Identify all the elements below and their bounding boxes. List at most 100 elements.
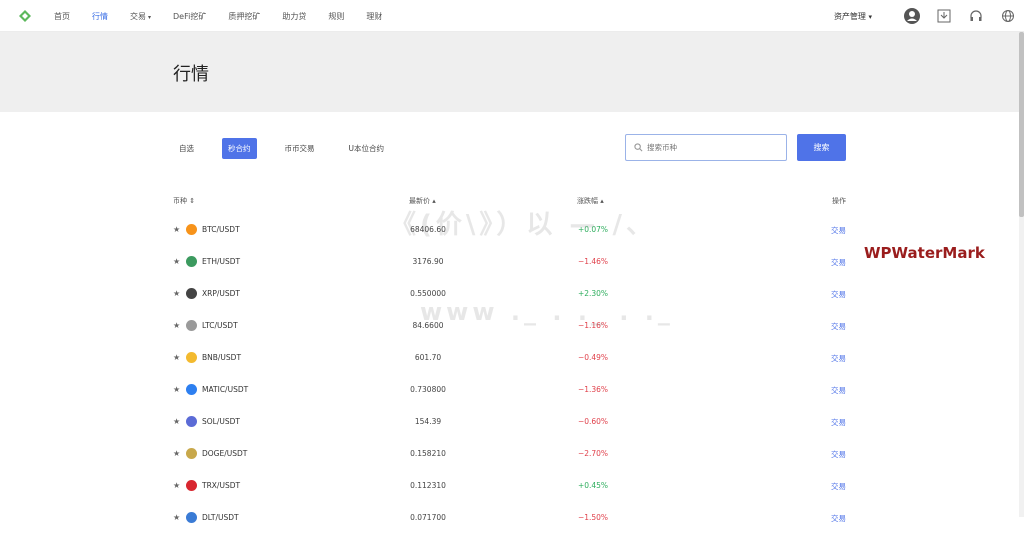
header-coin[interactable]: 币种 ⇕ — [173, 196, 195, 206]
watermark-text: www ._ . ._ . ._ — [420, 298, 674, 326]
search-input[interactable] — [647, 143, 777, 152]
table-row[interactable]: ★ MATIC/USDT 0.730800 −1.36% 交易 — [173, 374, 846, 406]
watermark-text: 《(价\》）以 — /、 — [390, 210, 656, 240]
avatar[interactable] — [896, 0, 928, 32]
trade-link[interactable]: 交易 — [831, 289, 846, 300]
trade-link[interactable]: 交易 — [831, 481, 846, 492]
price-change: −1.46% — [577, 257, 609, 266]
table-row[interactable]: ★ ETH/USDT 3176.90 −1.46% 交易 — [173, 246, 846, 278]
trade-link[interactable]: 交易 — [831, 257, 846, 268]
search-button[interactable]: 搜索 — [797, 134, 846, 161]
main-nav: 首页 行情 交易 ▾ DeFi挖矿 质押挖矿 助力贷 规则 理财 — [54, 0, 404, 32]
tab-spot-trading[interactable]: 币币交易 — [279, 138, 321, 159]
pair-name: LTC/USDT — [202, 321, 238, 330]
trade-link[interactable]: 交易 — [831, 225, 846, 236]
scrollbar[interactable] — [1019, 32, 1024, 517]
download-icon — [937, 9, 951, 23]
tab-favorites[interactable]: 自选 — [173, 138, 200, 159]
nav-defi-mining[interactable]: DeFi挖矿 — [173, 11, 206, 22]
top-navbar: 首页 行情 交易 ▾ DeFi挖矿 质押挖矿 助力贷 规则 理财 资产管理 ▾ — [0, 0, 1024, 32]
star-icon[interactable]: ★ — [173, 481, 180, 490]
trade-link[interactable]: 交易 — [831, 385, 846, 396]
search-icon — [634, 143, 643, 152]
coin-icon — [186, 224, 197, 235]
pair-name: DOGE/USDT — [202, 449, 248, 458]
user-icon — [904, 8, 920, 24]
pair-name: DLT/USDT — [202, 513, 239, 522]
table-row[interactable]: ★ BNB/USDT 601.70 −0.49% 交易 — [173, 342, 846, 374]
pair-name: TRX/USDT — [202, 481, 241, 490]
coin-icon — [186, 320, 197, 331]
star-icon[interactable]: ★ — [173, 417, 180, 426]
latest-price: 0.112310 — [410, 481, 446, 490]
star-icon[interactable]: ★ — [173, 353, 180, 362]
market-tabs: 自选 秒合约 币币交易 U本位合约 — [173, 138, 412, 159]
coin-icon — [186, 256, 197, 267]
asset-menu[interactable]: 资产管理 ▾ — [834, 11, 872, 22]
coin-icon — [186, 288, 197, 299]
star-icon[interactable]: ★ — [173, 257, 180, 266]
tab-second-contract[interactable]: 秒合约 — [222, 138, 257, 159]
table-row[interactable]: ★ DLT/USDT 0.071700 −1.50% 交易 — [173, 502, 846, 534]
trade-link[interactable]: 交易 — [831, 449, 846, 460]
star-icon[interactable]: ★ — [173, 449, 180, 458]
page-banner: 行情 — [0, 32, 1019, 112]
trade-link[interactable]: 交易 — [831, 353, 846, 364]
price-change: −0.49% — [577, 353, 609, 362]
page-title: 行情 — [173, 64, 209, 85]
star-icon[interactable]: ★ — [173, 321, 180, 330]
tab-usdt-futures[interactable]: U本位合约 — [343, 138, 391, 159]
nav-home[interactable]: 首页 — [54, 11, 70, 22]
table-row[interactable]: ★ DOGE/USDT 0.158210 −2.70% 交易 — [173, 438, 846, 470]
table-row[interactable]: ★ TRX/USDT 0.112310 +0.45% 交易 — [173, 470, 846, 502]
star-icon[interactable]: ★ — [173, 385, 180, 394]
nav-staking[interactable]: 质押挖矿 — [228, 11, 260, 22]
pair-name: BNB/USDT — [202, 353, 242, 362]
caret-down-icon: ▾ — [868, 12, 872, 21]
coin-icon — [186, 416, 197, 427]
pair-name: MATIC/USDT — [202, 385, 249, 394]
coin-icon — [186, 384, 197, 395]
scrollbar-thumb[interactable] — [1019, 32, 1024, 217]
coin-icon — [186, 352, 197, 363]
latest-price: 0.071700 — [410, 513, 446, 522]
nav-trade[interactable]: 交易 ▾ — [130, 11, 151, 22]
price-change: −1.50% — [577, 513, 609, 522]
latest-price: 3176.90 — [412, 257, 444, 266]
price-change: +2.30% — [577, 289, 609, 298]
price-change: −0.60% — [577, 417, 609, 426]
globe-icon — [1002, 10, 1014, 22]
search-box — [625, 134, 787, 161]
pair-name: XRP/USDT — [202, 289, 241, 298]
latest-price: 0.158210 — [410, 449, 446, 458]
header-action: 操作 — [832, 197, 846, 205]
nav-loan[interactable]: 助力贷 — [282, 11, 306, 22]
pair-name: BTC/USDT — [202, 225, 240, 234]
trade-link[interactable]: 交易 — [831, 417, 846, 428]
nav-finance[interactable]: 理财 — [366, 11, 382, 22]
table-row[interactable]: ★ SOL/USDT 154.39 −0.60% 交易 — [173, 406, 846, 438]
star-icon[interactable]: ★ — [173, 513, 180, 522]
language-button[interactable] — [992, 0, 1024, 32]
nav-rules[interactable]: 规则 — [328, 11, 344, 22]
coin-icon — [186, 480, 197, 491]
header-tools: 资产管理 ▾ — [834, 0, 1024, 32]
price-change: −2.70% — [577, 449, 609, 458]
trade-link[interactable]: 交易 — [831, 513, 846, 524]
headset-icon — [970, 10, 982, 21]
star-icon[interactable]: ★ — [173, 289, 180, 298]
nav-market[interactable]: 行情 — [92, 11, 108, 22]
trade-link[interactable]: 交易 — [831, 321, 846, 332]
price-change: −1.36% — [577, 385, 609, 394]
support-button[interactable] — [960, 0, 992, 32]
logo-icon[interactable] — [18, 9, 32, 23]
latest-price: 0.730800 — [410, 385, 446, 394]
star-icon[interactable]: ★ — [173, 225, 180, 234]
latest-price: 0.550000 — [410, 289, 446, 298]
pair-name: SOL/USDT — [202, 417, 240, 426]
download-button[interactable] — [928, 0, 960, 32]
pair-name: ETH/USDT — [202, 257, 241, 266]
coin-icon — [186, 512, 197, 523]
latest-price: 154.39 — [414, 417, 442, 426]
chevron-down-icon: ▾ — [148, 13, 152, 21]
